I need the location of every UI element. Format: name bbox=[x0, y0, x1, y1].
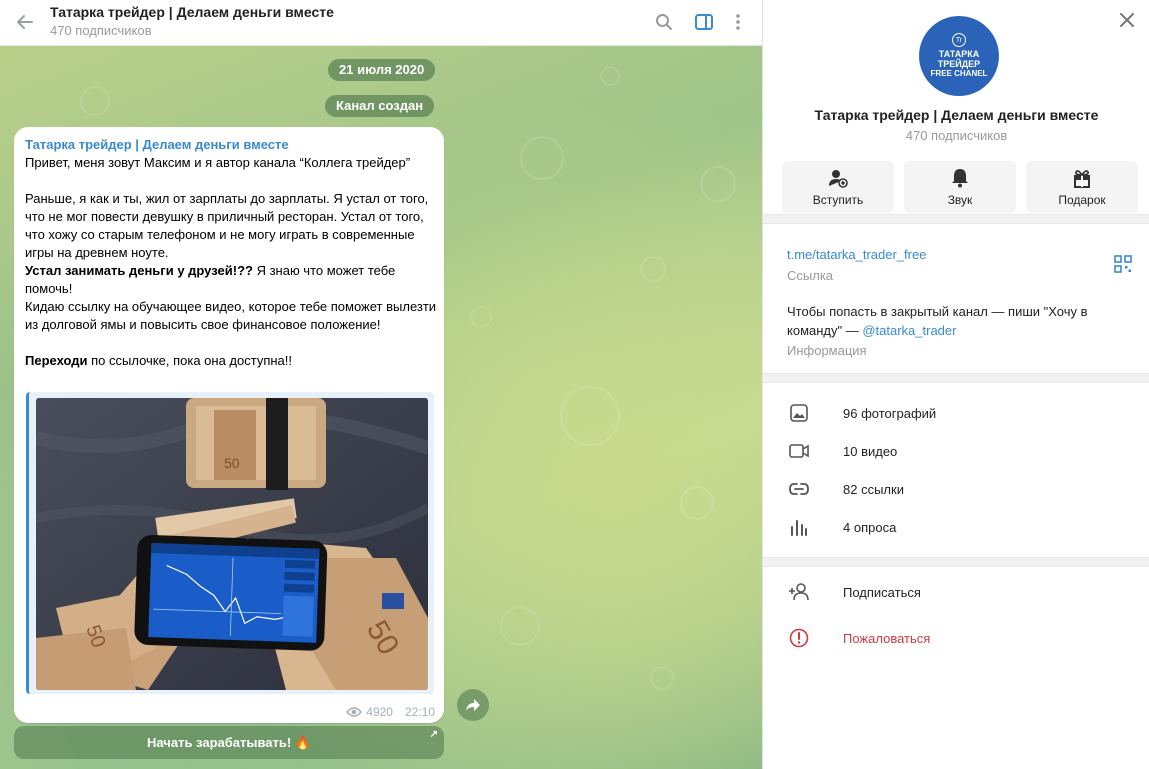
chat-subscribers: 470 подписчиков bbox=[50, 23, 152, 38]
divider bbox=[763, 373, 1149, 383]
channel-post: Татарка трейдер | Делаем деньги вместе П… bbox=[14, 127, 444, 723]
date-pill: 21 июля 2020 bbox=[328, 59, 436, 81]
divider bbox=[763, 557, 1149, 567]
add-user-icon bbox=[789, 583, 809, 601]
channel-link[interactable]: t.me/tatarka_trader_free bbox=[787, 247, 926, 262]
post-paragraph: Раньше, я как и ты, жил от зарплаты до з… bbox=[25, 191, 429, 260]
post-text-span: по ссылочке, пока она доступна!! bbox=[87, 353, 292, 368]
close-panel-button[interactable] bbox=[1115, 8, 1139, 32]
avatar-text: ТРЕЙДЕР bbox=[937, 59, 981, 69]
post-paragraph: Устал занимать деньги у друзей!?? Я знаю… bbox=[25, 262, 437, 298]
qr-code-button[interactable] bbox=[1114, 255, 1134, 275]
inline-url-button[interactable]: Начать зарабатывать! 🔥 ↗ bbox=[14, 726, 444, 759]
mention-link[interactable]: @tatarka_trader bbox=[862, 323, 956, 338]
search-icon bbox=[656, 14, 672, 30]
link-icon bbox=[789, 483, 809, 495]
channel-info-panel: Tr ТАТАРКА ТРЕЙДЕР FREE CHANEL Татарка т… bbox=[762, 0, 1149, 769]
money-phone-photo: 50 50 50 bbox=[36, 398, 428, 690]
photos-count: 96 фотографий bbox=[843, 405, 937, 421]
bell-icon bbox=[952, 169, 968, 188]
post-paragraph: Привет, меня зовут Максим и я автор кана… bbox=[25, 155, 411, 170]
subscribe-label: Подписаться bbox=[843, 584, 921, 600]
channel-name: Татарка трейдер | Делаем деньги вместе bbox=[814, 107, 1099, 123]
videos-count: 10 видео bbox=[843, 443, 898, 459]
sound-label: Звук bbox=[947, 193, 973, 207]
warning-icon bbox=[789, 628, 809, 648]
avatar-text: FREE CHANEL bbox=[930, 69, 988, 78]
description-caption: Информация bbox=[787, 343, 867, 358]
shared-videos-row[interactable]: 10 видео bbox=[763, 432, 1149, 470]
forward-button[interactable] bbox=[457, 689, 489, 721]
post-time: 22:10 bbox=[404, 705, 435, 719]
kebab-menu-icon bbox=[736, 14, 740, 30]
join-label: Вступить bbox=[812, 193, 864, 207]
channel-description: Чтобы попасть в закрытый канал — пиши "Х… bbox=[787, 302, 1127, 340]
shared-photos-row[interactable]: 96 фотографий bbox=[763, 394, 1149, 432]
gift-label: Подарок bbox=[1058, 193, 1106, 207]
divider bbox=[763, 214, 1149, 224]
chat-area: Татарка трейдер | Делаем деньги вместе 4… bbox=[0, 0, 762, 769]
back-button[interactable] bbox=[10, 7, 40, 37]
sound-button[interactable]: Звук bbox=[904, 161, 1016, 213]
close-icon bbox=[1120, 13, 1134, 27]
arrow-left-icon bbox=[17, 15, 33, 29]
polls-count: 4 опроса bbox=[843, 519, 897, 535]
side-panel-toggle[interactable] bbox=[690, 8, 718, 36]
service-message: Канал создан bbox=[325, 95, 435, 117]
link-caption: Ссылка bbox=[787, 268, 834, 283]
more-menu-button[interactable] bbox=[724, 8, 752, 36]
post-paragraph: Переходи по ссылочке, пока она доступна!… bbox=[25, 352, 437, 370]
view-count: 4920 bbox=[366, 705, 393, 719]
post-bold-text: Устал занимать деньги у друзей!?? bbox=[25, 263, 253, 278]
avatar-logo: Tr bbox=[952, 33, 966, 47]
eye-icon bbox=[346, 707, 363, 717]
gift-button[interactable]: Подарок bbox=[1026, 161, 1138, 213]
report-label: Пожаловаться bbox=[843, 630, 931, 646]
chat-title[interactable]: Татарка трейдер | Делаем деньги вместе bbox=[50, 4, 334, 20]
add-user-icon bbox=[829, 170, 848, 188]
channel-avatar[interactable]: Tr ТАТАРКА ТРЕЙДЕР FREE CHANEL bbox=[919, 16, 999, 96]
shared-links-row[interactable]: 82 ссылки bbox=[763, 470, 1149, 508]
post-text: Привет, меня зовут Максим и я автор кана… bbox=[25, 154, 437, 370]
avatar-text: ТАТАРКА bbox=[938, 49, 980, 59]
video-icon bbox=[789, 444, 809, 458]
post-meta: 4920 22:10 bbox=[346, 705, 435, 719]
links-count: 82 ссылки bbox=[843, 481, 904, 497]
link-preview[interactable]: 50 50 50 bbox=[26, 392, 434, 694]
post-bold-text: Переходи bbox=[25, 353, 88, 368]
polls-row[interactable]: 4 опроса bbox=[763, 508, 1149, 546]
preview-photo[interactable]: 50 50 50 bbox=[36, 398, 428, 690]
chat-header: Татарка трейдер | Делаем деньги вместе 4… bbox=[0, 0, 762, 46]
gift-icon bbox=[1074, 170, 1090, 188]
channel-subscribers: 470 подписчиков bbox=[905, 128, 1008, 143]
inline-button-label: Начать зарабатывать! 🔥 bbox=[147, 734, 311, 750]
sidebar-icon bbox=[695, 14, 713, 30]
svg-text:50: 50 bbox=[224, 455, 240, 471]
poll-icon bbox=[791, 520, 807, 536]
post-paragraph: Кидаю ссылку на обучающее видео, которое… bbox=[25, 299, 437, 332]
join-button[interactable]: Вступить bbox=[782, 161, 894, 213]
report-row[interactable]: Пожаловаться bbox=[763, 619, 1149, 657]
share-arrow-icon bbox=[466, 699, 480, 711]
search-button[interactable] bbox=[650, 8, 678, 36]
photo-icon bbox=[790, 404, 808, 422]
subscribe-row[interactable]: Подписаться bbox=[763, 573, 1149, 611]
post-author[interactable]: Татарка трейдер | Делаем деньги вместе bbox=[25, 137, 289, 152]
external-link-icon: ↗ bbox=[429, 729, 438, 740]
qr-code-icon bbox=[1114, 255, 1132, 273]
